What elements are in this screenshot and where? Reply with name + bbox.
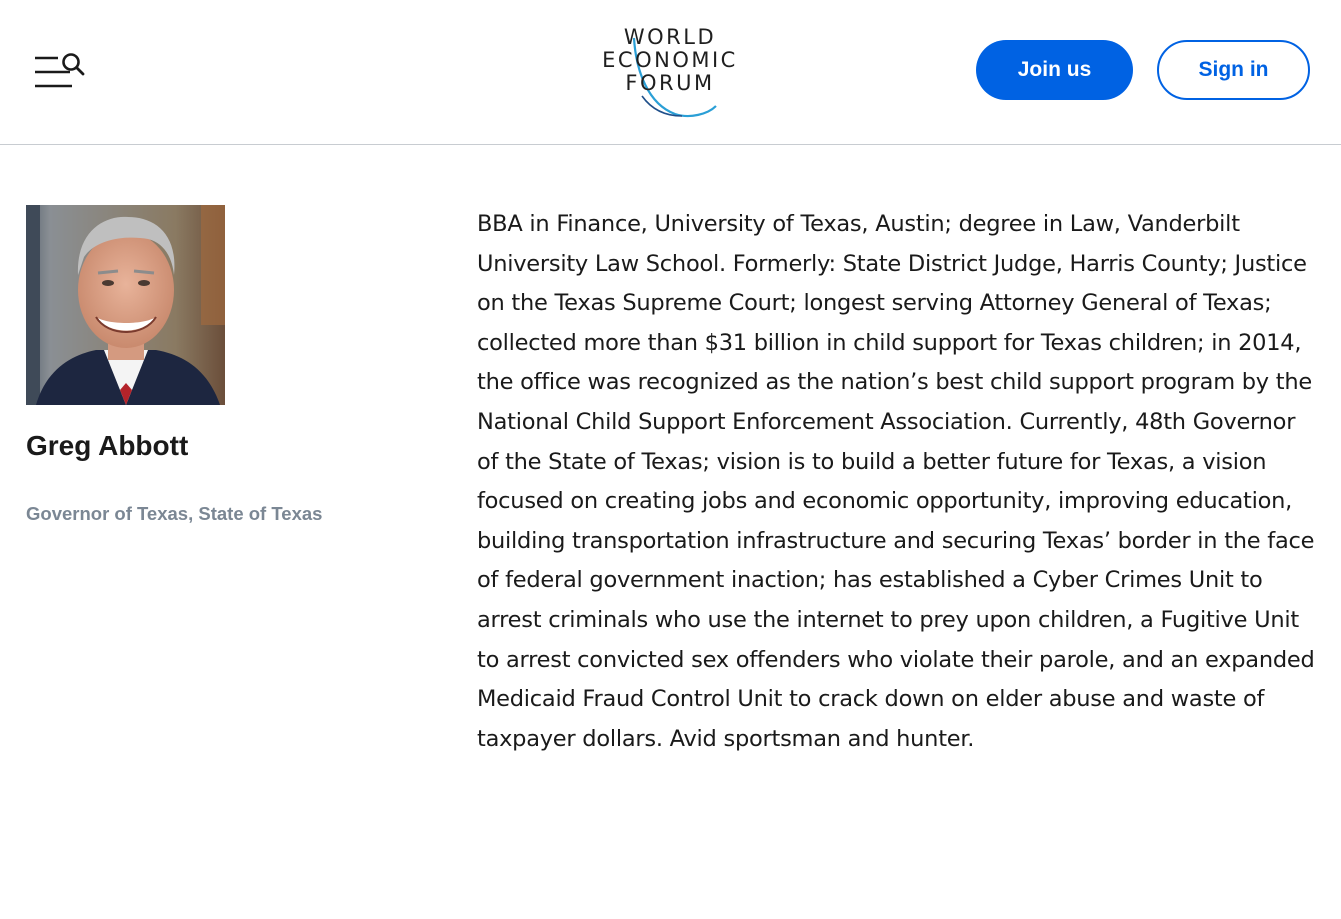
profile-role: Governor of Texas, State of Texas [26, 503, 323, 524]
sign-in-button[interactable]: Sign in [1157, 40, 1310, 100]
profile-bio: BBA in Finance, University of Texas, Aus… [477, 211, 1315, 752]
menu-search-icon [35, 53, 85, 88]
menu-search-button[interactable] [34, 52, 86, 92]
logo-text: WORLD ECONOMIC FORUM [590, 26, 750, 95]
profile-name: Greg Abbott [26, 430, 189, 461]
logo-line-3: FORUM [625, 71, 715, 95]
logo-line-1: WORLD [623, 25, 717, 49]
portrait-image [26, 205, 225, 405]
join-us-button[interactable]: Join us [976, 40, 1133, 100]
site-header: WORLD ECONOMIC FORUM Join us Sign in [0, 0, 1341, 145]
logo-line-2: ECONOMIC [602, 48, 738, 72]
wef-logo[interactable]: WORLD ECONOMIC FORUM [590, 26, 750, 120]
profile-photo [26, 205, 225, 405]
